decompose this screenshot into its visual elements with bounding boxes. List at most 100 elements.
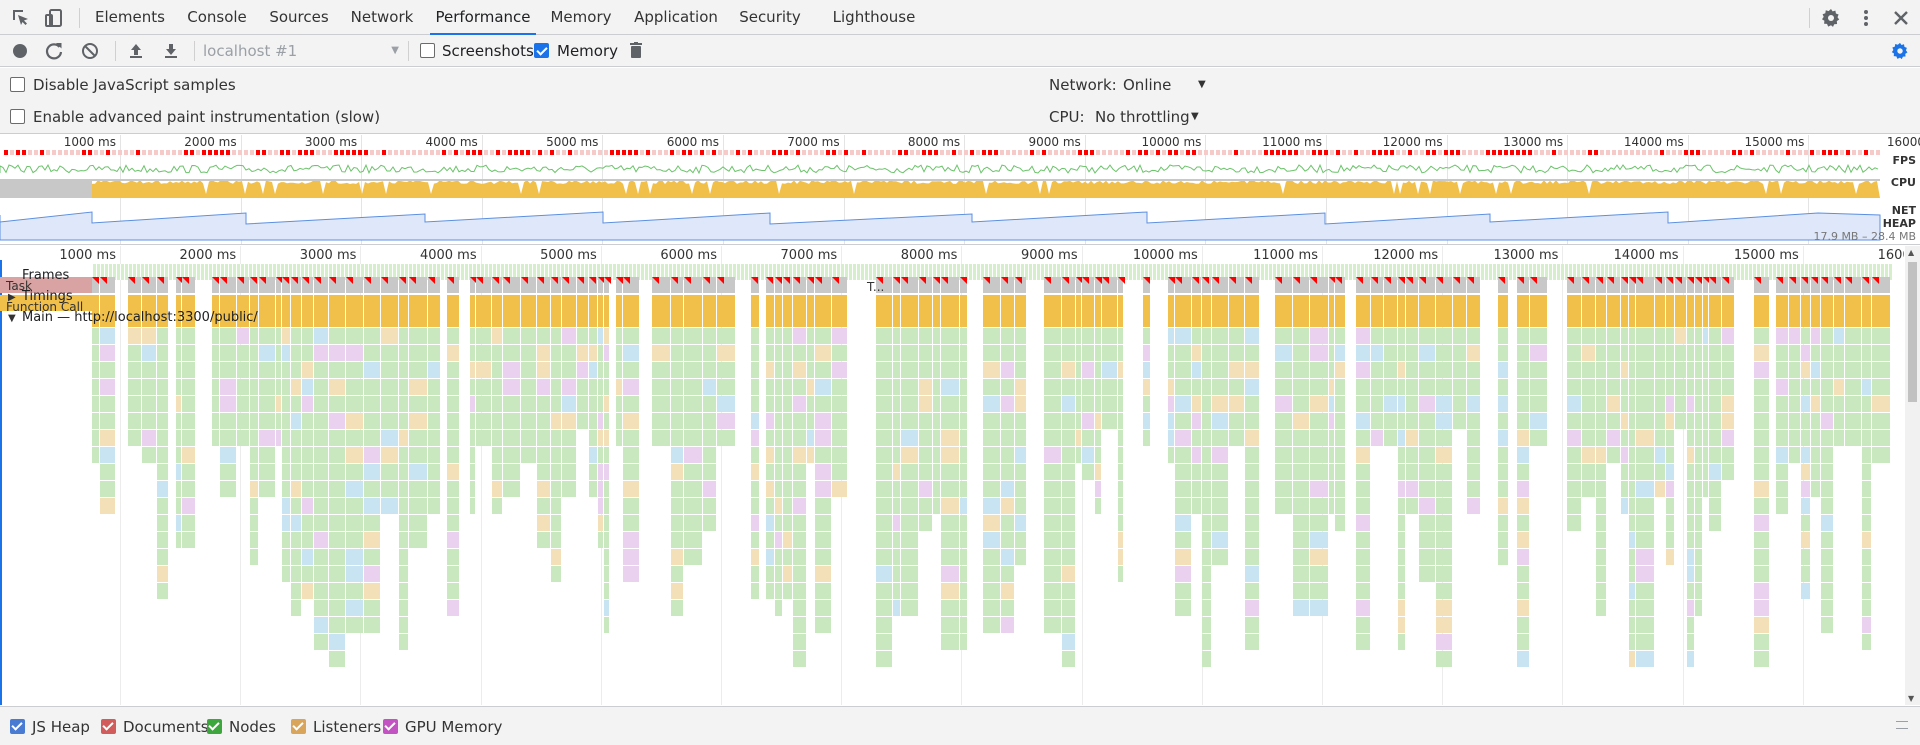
cpu-throttle-select[interactable]: No throttling	[1095, 108, 1190, 126]
memory-checkbox[interactable]	[534, 43, 549, 58]
tab-performance[interactable]: Performance	[430, 0, 536, 35]
stack-frame	[1335, 464, 1345, 480]
tab-memory[interactable]: Memory	[547, 0, 615, 35]
tab-sources[interactable]: Sources	[264, 0, 334, 35]
tab-console[interactable]: Console	[181, 0, 253, 35]
more-options-icon[interactable]	[1855, 7, 1877, 29]
stack-frame	[1202, 464, 1211, 480]
stack-frame	[1015, 362, 1026, 378]
advanced-paint-checkbox[interactable]	[10, 109, 25, 124]
function-call-label[interactable]: Function Call	[6, 300, 83, 314]
target-select[interactable]: localhost #1 ▼	[203, 40, 399, 62]
stack-frame	[1498, 396, 1508, 412]
function-call-block	[476, 295, 491, 327]
counter-checkbox[interactable]	[291, 719, 306, 734]
inspect-element-icon[interactable]	[10, 7, 32, 29]
stack-frame	[1212, 396, 1228, 412]
stack-frame	[1821, 481, 1833, 497]
stack-frame	[1467, 430, 1480, 446]
screenshots-checkbox[interactable]	[420, 43, 435, 58]
stack-frame	[1293, 481, 1309, 497]
scrollbar-thumb[interactable]	[1908, 262, 1917, 402]
load-profile-icon[interactable]	[126, 41, 146, 61]
stack-frame	[1202, 515, 1211, 531]
stack-frame	[1709, 413, 1721, 429]
stack-frame	[815, 447, 831, 463]
tab-lighthouse[interactable]: Lighthouse	[830, 0, 918, 35]
stack-frame	[901, 430, 918, 446]
counter-checkbox[interactable]	[207, 719, 222, 734]
task-label[interactable]: Task	[6, 279, 32, 293]
stack-frame	[807, 362, 814, 378]
stack-frame	[901, 464, 918, 480]
stack-frame	[409, 362, 427, 378]
clear-icon[interactable]	[80, 41, 100, 61]
stack-frame	[1118, 498, 1123, 514]
settings-gear-icon[interactable]	[1820, 7, 1842, 29]
caret-down-icon[interactable]: ▼	[8, 313, 16, 324]
stack-frame	[1436, 379, 1452, 395]
stack-frame	[1862, 583, 1871, 599]
stack-frame	[1406, 362, 1418, 378]
long-task-marker	[412, 150, 416, 155]
stack-frame	[1567, 515, 1581, 531]
counter-checkbox[interactable]	[10, 719, 25, 734]
resize-handle-icon[interactable]	[1896, 721, 1908, 729]
counter-checkbox[interactable]	[383, 719, 398, 734]
tab-elements[interactable]: Elements	[92, 0, 168, 35]
stack-frame	[1517, 583, 1529, 599]
stack-frame	[684, 447, 702, 463]
device-toolbar-icon[interactable]	[43, 7, 65, 29]
flame-chart-scrollbar[interactable]: ▲ ▼	[1905, 246, 1920, 705]
capture-settings-gear-icon[interactable]	[1890, 41, 1910, 61]
record-icon[interactable]	[10, 41, 30, 61]
long-task-marker	[1192, 150, 1196, 155]
close-devtools-icon[interactable]	[1890, 7, 1912, 29]
scroll-up-icon[interactable]: ▲	[1908, 248, 1914, 257]
stack-frame	[1596, 345, 1606, 361]
task-short-label[interactable]: T...	[867, 280, 884, 294]
stack-frame	[1118, 464, 1123, 480]
long-task-marker	[1396, 150, 1400, 155]
stack-frame	[291, 532, 301, 548]
stack-frame	[598, 447, 603, 463]
stack-frame	[1754, 481, 1769, 497]
stack-frame	[470, 481, 475, 497]
flame-chart[interactable]: 1000 ms 2000 ms 3000 ms 4000 ms 5000 ms 6000 …	[0, 246, 1904, 705]
tab-application[interactable]: Application	[628, 0, 724, 35]
counter-checkbox[interactable]	[101, 719, 116, 734]
tab-network[interactable]: Network	[346, 0, 418, 35]
disable-js-samples-checkbox[interactable]	[10, 77, 25, 92]
stack-frame	[1567, 464, 1581, 480]
stack-frame	[1044, 379, 1061, 395]
stack-frame	[623, 566, 639, 582]
reload-record-icon[interactable]	[44, 41, 64, 61]
timeline-overview[interactable]: 1000 ms 2000 ms 3000 ms 4000 ms 5000 ms 6000 …	[0, 135, 1920, 245]
stack-frame	[1498, 515, 1508, 531]
network-throttle-select[interactable]: Online	[1123, 76, 1171, 94]
long-task-marker	[496, 150, 500, 155]
save-profile-icon[interactable]	[161, 41, 181, 61]
stack-frame	[476, 430, 491, 446]
long-task-marker	[1696, 150, 1700, 155]
stack-frame	[399, 464, 408, 480]
stack-frame	[1596, 328, 1606, 344]
stack-frame	[751, 345, 759, 361]
stack-frame	[960, 498, 967, 514]
frame-divider	[1548, 264, 1549, 280]
stack-frame	[775, 328, 782, 344]
stack-frame	[604, 481, 609, 497]
tab-security[interactable]: Security	[735, 0, 805, 35]
long-task-marker	[424, 150, 428, 155]
stack-frame	[329, 430, 345, 446]
stack-frame	[1118, 481, 1123, 497]
stack-frame	[250, 379, 258, 395]
collect-garbage-icon[interactable]	[626, 41, 646, 61]
scroll-down-icon[interactable]: ▼	[1908, 694, 1914, 703]
stack-frame	[577, 396, 588, 412]
long-task-marker	[562, 150, 566, 155]
stack-frame	[1275, 413, 1292, 429]
stack-frame	[1293, 447, 1309, 463]
frame-divider	[1844, 264, 1845, 280]
stack-frame	[1862, 481, 1871, 497]
